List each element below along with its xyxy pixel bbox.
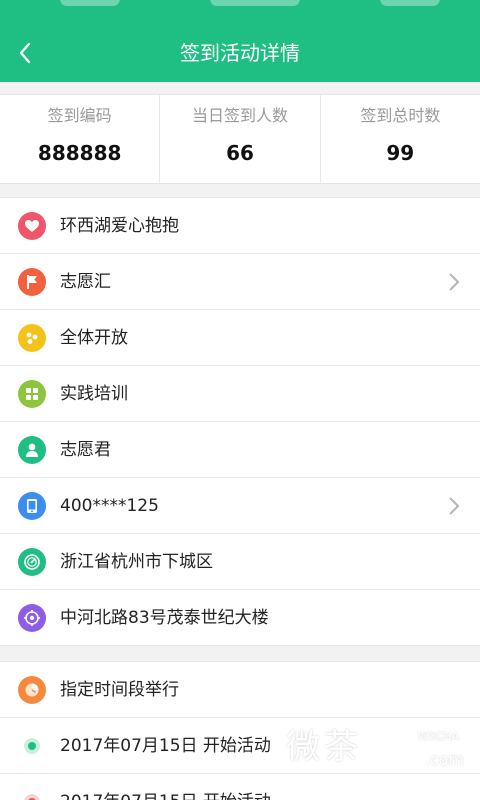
list-item-label: 志愿汇 xyxy=(60,272,111,292)
watermark: 微茶 WXCHA .com xyxy=(286,722,466,782)
stat-value: 888888 xyxy=(37,141,122,165)
phone-icon xyxy=(18,492,46,520)
compass-icon xyxy=(18,548,46,576)
list-item-contact-person: 志愿君 xyxy=(0,422,480,478)
list-item-label: 中河北路83号茂泰世纪大楼 xyxy=(60,608,269,628)
clock-icon xyxy=(18,676,46,704)
target-icon xyxy=(18,604,46,632)
app-header: 签到活动详情 xyxy=(0,0,480,82)
heart-icon xyxy=(18,212,46,240)
list-item-label: 志愿君 xyxy=(60,440,111,460)
watermark-text: 微茶 xyxy=(286,727,362,767)
stat-daily-count: 当日签到人数 66 xyxy=(160,95,321,183)
list-item-label: 2017年07月15日 开始活动 xyxy=(60,774,271,800)
stat-value: 99 xyxy=(386,141,415,165)
list-item-label: 环西湖爱心抱抱 xyxy=(60,216,179,236)
grid-icon xyxy=(18,380,46,408)
list-item-category: 实践培训 xyxy=(0,366,480,422)
chevron-right-icon xyxy=(449,273,460,291)
stat-label: 签到编码 xyxy=(47,106,112,125)
person-icon xyxy=(18,436,46,464)
list-item-region: 浙江省杭州市下城区 xyxy=(0,534,480,590)
list-item-organizer[interactable]: 志愿汇 xyxy=(0,254,480,310)
stat-label: 签到总时数 xyxy=(360,106,441,125)
list-item-label: 2017年07月15日 开始活动 xyxy=(60,736,271,756)
list-item-activity-name: 环西湖爱心抱抱 xyxy=(0,198,480,254)
list-item-label: 全体开放 xyxy=(60,328,128,348)
watermark-domain: .com xyxy=(424,750,464,769)
stat-value: 66 xyxy=(226,141,254,165)
dots-icon xyxy=(18,324,46,352)
stat-checkin-code: 签到编码 888888 xyxy=(0,95,161,183)
list-item-time-mode: 指定时间段举行 xyxy=(0,662,480,718)
stat-label: 当日签到人数 xyxy=(191,106,288,125)
start-dot-icon xyxy=(24,738,40,754)
list-item-label: 浙江省杭州市下城区 xyxy=(60,552,213,572)
list-item-label: 400****125 xyxy=(60,496,159,516)
watermark-badge: WXCHA xyxy=(410,728,466,746)
stat-total-hours: 签到总时数 99 xyxy=(321,95,480,183)
stats-panel: 签到编码 888888 当日签到人数 66 签到总时数 99 xyxy=(0,94,480,184)
list-item-label: 指定时间段举行 xyxy=(60,680,179,700)
page-title: 签到活动详情 xyxy=(180,41,300,65)
flag-icon xyxy=(18,268,46,296)
activity-info-list: 环西湖爱心抱抱 志愿汇 全体开放 实践培训 志愿君 400****125 浙江省… xyxy=(0,197,480,646)
list-item-label: 实践培训 xyxy=(60,384,128,404)
list-item-phone[interactable]: 400****125 xyxy=(0,478,480,534)
list-item-audience: 全体开放 xyxy=(0,310,480,366)
end-dot-icon xyxy=(24,794,40,800)
chevron-right-icon xyxy=(449,497,460,515)
status-bar xyxy=(0,0,480,22)
list-item-address: 中河北路83号茂泰世纪大楼 xyxy=(0,590,480,646)
